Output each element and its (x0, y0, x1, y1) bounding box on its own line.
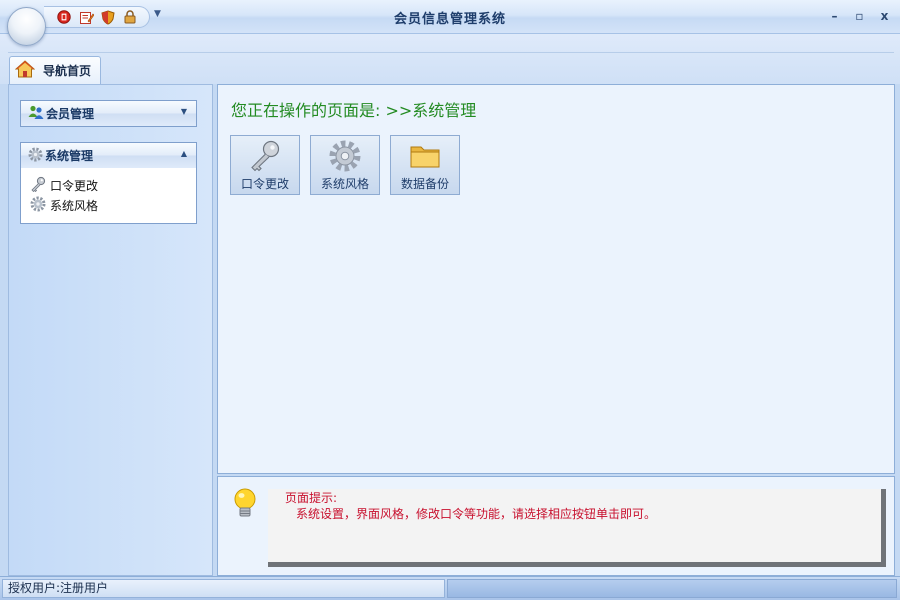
sidebar-item-change-password[interactable]: 口令更改 (30, 176, 98, 194)
breadcrumb-prefix: 您正在操作的页面是: (231, 101, 386, 120)
sidebar-group-system-management[interactable]: 系统管理 ▲ (20, 142, 197, 169)
ribbon: 导航首页 (0, 34, 900, 84)
quick-access-toolbar (44, 6, 150, 28)
chevron-up-icon: ▲ (180, 149, 187, 158)
key-icon (30, 176, 46, 195)
edit-icon[interactable] (78, 9, 94, 25)
users-icon (28, 104, 44, 123)
sidebar-group-member-management[interactable]: 会员管理 ▼ (20, 100, 197, 127)
lock-icon[interactable] (122, 9, 138, 25)
shield-icon[interactable] (100, 9, 116, 25)
key-icon (231, 139, 299, 173)
status-bar-filler (447, 579, 897, 598)
sidebar-group-label: 系统管理 (45, 149, 94, 163)
status-bar: 授权用户:注册用户 (0, 576, 900, 600)
gear-icon (311, 139, 379, 173)
sidebar-group-items: 口令更改 系统风格 (20, 168, 197, 224)
breadcrumb: 您正在操作的页面是: >>系统管理 (231, 97, 476, 121)
tile-data-backup-button[interactable]: 数据备份 (390, 135, 460, 195)
folder-icon (391, 139, 459, 173)
lightbulb-icon (232, 487, 258, 524)
home-icon (14, 60, 36, 81)
gear-icon (28, 147, 43, 165)
tile-label: 系统风格 (320, 177, 369, 191)
ribbon-divider (8, 52, 894, 53)
close-button[interactable]: x (877, 8, 892, 24)
maximize-button[interactable]: ▫ (852, 8, 867, 24)
hint-text: 系统设置，界面风格，修改口令等功能，请选择相应按钮单击即可。 (296, 507, 657, 521)
tile-system-style-button[interactable]: 系统风格 (310, 135, 380, 195)
hint-title: 页面提示: (285, 491, 338, 505)
hint-message-box: 页面提示: 系统设置，界面风格，修改口令等功能，请选择相应按钮单击即可。 (268, 489, 886, 567)
navigation-sidebar: 会员管理 ▼ 系统管理 ▲ 口令更改 系统风格 (8, 84, 213, 576)
sidebar-item-label: 系统风格 (50, 198, 99, 213)
tile-label: 数据备份 (400, 177, 449, 191)
minimize-button[interactable]: – (827, 8, 842, 24)
tab-label: 导航首页 (43, 64, 92, 78)
gear-icon (30, 196, 46, 215)
status-user: 授权用户:注册用户 (2, 579, 445, 598)
breadcrumb-path: >>系统管理 (385, 101, 477, 120)
sidebar-item-system-style[interactable]: 系统风格 (30, 196, 98, 214)
page-hint-panel: 页面提示: 系统设置，界面风格，修改口令等功能，请选择相应按钮单击即可。 (217, 476, 895, 576)
sidebar-group-label: 会员管理 (46, 107, 95, 121)
tab-home-navigation[interactable]: 导航首页 (9, 56, 101, 84)
chevron-down-icon: ▼ (180, 107, 187, 116)
sidebar-item-label: 口令更改 (50, 178, 99, 193)
main-content-panel: 您正在操作的页面是: >>系统管理 口令更改 系统风格 数据备份 (217, 84, 895, 474)
tile-change-password-button[interactable]: 口令更改 (230, 135, 300, 195)
stop-icon[interactable] (56, 9, 72, 25)
title-bar: ▼ 会员信息管理系统 – ▫ x (0, 0, 900, 46)
application-orb-button[interactable] (7, 7, 46, 46)
tile-label: 口令更改 (240, 177, 289, 191)
